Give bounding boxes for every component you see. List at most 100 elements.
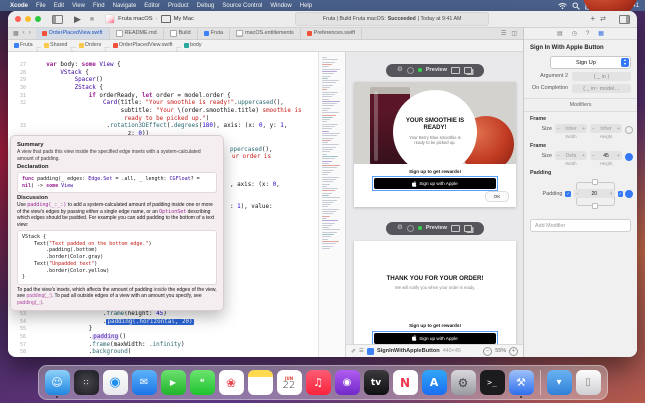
zoom-out-icon[interactable]: − [483, 347, 492, 356]
tab-overview-icon[interactable]: ▦ [13, 30, 19, 37]
zoom-in-icon[interactable]: + [509, 347, 518, 356]
add-modifier-field[interactable]: Add Modifier [530, 219, 631, 232]
code-line-33[interactable]: 33 .rotation3DEffect(.degrees(180), axis… [8, 123, 317, 131]
zoom-button[interactable] [35, 16, 41, 22]
close-button[interactable] [15, 16, 21, 22]
argument2-field[interactable]: { _ in } [572, 72, 631, 81]
preview-settings-icon[interactable]: ⚙ [397, 67, 403, 74]
attributes-inspector-icon[interactable]: ▦ [598, 30, 604, 37]
source-editor[interactable]: 27 var body: some View {28 VStack {29 Sp… [8, 52, 345, 357]
editor-minimap[interactable] [318, 52, 345, 357]
code-line-29[interactable]: 29 Spacer() [8, 77, 317, 85]
tab-build[interactable]: Build [164, 28, 198, 39]
padding-value-stepper[interactable]: −20+ [574, 189, 614, 198]
dock-notes-icon[interactable] [248, 370, 273, 395]
menu-item-editor[interactable]: Editor [140, 3, 164, 9]
preview-duplicate-icon[interactable] [464, 225, 472, 232]
padding-bottom-checkbox[interactable] [592, 203, 598, 209]
preview-device-icon[interactable] [451, 67, 460, 74]
preview-duplicate-icon[interactable] [464, 67, 472, 74]
breadcrumb-orderplacedview-swift[interactable]: OrderPlacedView.swift [113, 42, 173, 48]
help-inspector-icon[interactable]: ? [586, 31, 589, 37]
live-preview-icon[interactable] [407, 67, 414, 74]
breadcrumb-fruta[interactable]: Fruta [14, 42, 33, 48]
dock-finder-icon[interactable]: ☺ [45, 370, 70, 395]
live-preview-icon[interactable] [407, 225, 414, 232]
code-line-56[interactable]: 56 .padding() [8, 334, 317, 342]
breadcrumb-shared[interactable]: Shared [44, 42, 67, 48]
width-dropdown[interactable]: −Inher+ [555, 124, 587, 133]
dock-facetime-icon[interactable]: ▶ [161, 370, 186, 395]
dock-news-icon[interactable]: N [393, 370, 418, 395]
history-inspector-icon[interactable]: ◷ [572, 30, 577, 37]
toggle-inspector-icon[interactable] [619, 15, 630, 24]
sign-in-with-apple-button[interactable]: Sign up with Apple [374, 178, 496, 189]
add-editor-icon[interactable]: ◫ [511, 30, 517, 37]
dock-messages-icon[interactable]: ❝ [190, 370, 215, 395]
menu-item-edit[interactable]: Edit [50, 3, 68, 9]
dock-downloads-icon[interactable]: ▾ [547, 370, 572, 395]
dock-settings-icon[interactable]: ⚙ [451, 370, 476, 395]
tab-macos-entitlements[interactable]: macOS.entitlements [230, 28, 301, 39]
tab-preferences-swift[interactable]: Preferences.swift [301, 28, 362, 39]
dock-safari-icon[interactable]: ◉ [103, 370, 128, 395]
spotlight-icon[interactable] [572, 2, 580, 10]
preview-thank-you[interactable]: THANK YOU FOR YOUR ORDER! We will notify… [354, 241, 516, 349]
tab-orderplacedview-swift[interactable]: OrderPlacedView.swift [36, 28, 110, 39]
code-line-32[interactable]: 32 Card(title: "Your smoothie is ready!"… [8, 100, 317, 108]
stop-button[interactable]: ■ [90, 16, 94, 23]
tab-fruta[interactable]: Fruta [198, 28, 231, 39]
code-line-28[interactable]: 28 VStack { [8, 70, 317, 78]
on-completion-field[interactable]: { _ in~ model… [572, 84, 631, 93]
selected-view-name[interactable]: SignInWithAppleButton [377, 348, 440, 354]
menu-item-product[interactable]: Product [164, 3, 193, 9]
menu-item-find[interactable]: Find [89, 3, 109, 9]
file-inspector-icon[interactable]: ▤ [557, 30, 563, 37]
breadcrumb-orders[interactable]: Orders [79, 42, 101, 48]
modifier-toggle[interactable] [625, 126, 633, 134]
ok-button[interactable]: OK [485, 191, 509, 202]
menu-item-xcode[interactable]: Xcode [6, 3, 32, 9]
dock-terminal-icon[interactable]: >_ [480, 370, 505, 395]
code-line-wrap[interactable]: subtitle: "Your \(order.smoothie.title) … [8, 108, 317, 116]
toggle-navigator-icon[interactable] [52, 15, 63, 24]
preview-device-icon[interactable] [451, 225, 460, 232]
menu-item-navigate[interactable]: Navigate [109, 3, 141, 9]
zoom-level[interactable]: 55% [495, 348, 506, 354]
code-review-icon[interactable]: ⇄ [600, 16, 606, 23]
menu-item-file[interactable]: File [32, 3, 50, 9]
height-dropdown[interactable]: −Inher+ [590, 124, 622, 133]
pin-preview-icon[interactable]: ✐ [351, 348, 356, 355]
dock-tv-icon[interactable]: tv [364, 370, 389, 395]
sign-in-with-apple-button[interactable]: Sign up with Apple [374, 333, 496, 344]
layout-list-icon[interactable]: ☰ [359, 348, 364, 354]
menu-item-view[interactable]: View [68, 3, 89, 9]
code-line-31[interactable]: 31 if orderReady, let order = model.orde… [8, 93, 317, 101]
dock-photos-icon[interactable]: ❀ [219, 370, 244, 395]
code-line-wrap[interactable]: ready to be picked up.") [8, 116, 317, 124]
dock-music-icon[interactable]: ♫ [306, 370, 331, 395]
dock-podcasts-icon[interactable]: ◉ [335, 370, 360, 395]
dock-calendar-icon[interactable]: JUN22 [277, 370, 302, 395]
minimize-button[interactable] [25, 16, 31, 22]
breadcrumb-body[interactable]: body [184, 42, 202, 48]
dock-mail-icon[interactable]: ✉ [132, 370, 157, 395]
activity-view[interactable]: Fruta | Build Fruta macOS: Succeeded | T… [295, 12, 489, 26]
scheme-selector[interactable]: Fruta macOS › My Mac [105, 14, 194, 24]
tab-readme-md[interactable]: README.md [110, 28, 164, 39]
preview-smoothie-ready[interactable]: YOUR SMOOTHIE IS READY! Your Berry Blue … [354, 82, 516, 207]
dock-xcode-icon[interactable]: ⚒ [509, 370, 534, 395]
forward-icon[interactable]: › [29, 30, 31, 36]
modifier-toggle-active[interactable] [625, 190, 633, 198]
menu-item-help[interactable]: Help [296, 3, 316, 9]
editor-options-icon[interactable]: ☰ [501, 30, 506, 37]
code-line-54[interactable]: 54 .padding(.horizontal, 20) [8, 319, 317, 327]
menu-item-debug[interactable]: Debug [193, 3, 219, 9]
padding-trailing-checkbox[interactable]: ✓ [618, 191, 624, 197]
code-line-27[interactable]: 27 var body: some View { [8, 62, 317, 70]
wifi-icon[interactable] [558, 2, 567, 10]
back-icon[interactable]: ‹ [23, 30, 25, 36]
padding-leading-checkbox[interactable]: ✓ [565, 191, 571, 197]
padding-top-checkbox[interactable] [592, 179, 598, 185]
height-stepper[interactable]: −45+ [590, 151, 622, 160]
